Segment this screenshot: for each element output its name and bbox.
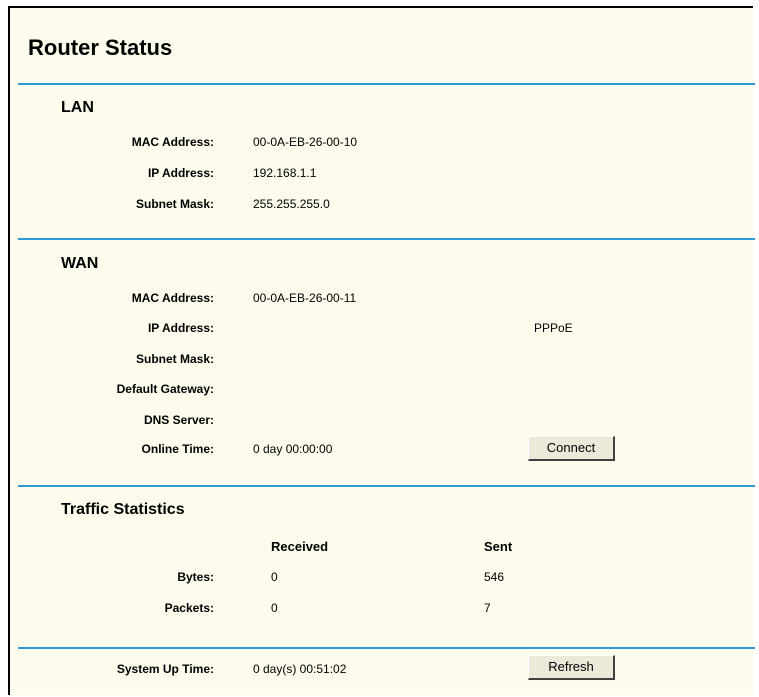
system-uptime-value: 0 day(s) 00:51:02 [253, 662, 347, 676]
connect-button[interactable]: Connect [528, 436, 615, 461]
wan-subnet-label: Subnet Mask: [135, 352, 214, 366]
packets-received-value: 0 [271, 601, 278, 615]
packets-sent-value: 7 [484, 601, 491, 615]
wan-section-title: WAN [61, 255, 99, 272]
page-title: Router Status [28, 35, 173, 60]
wan-online-time-value: 0 day 00:00:00 [253, 442, 333, 456]
wan-mac-value: 00-0A-EB-26-00-11 [253, 291, 357, 305]
wan-mac-label: MAC Address: [131, 291, 214, 305]
sent-column-header: Sent [484, 539, 513, 554]
wan-dns-label: DNS Server: [143, 413, 214, 427]
lan-subnet-value: 255.255.255.0 [253, 197, 330, 211]
packets-label: Packets: [164, 601, 214, 615]
section-divider [18, 83, 755, 85]
lan-mac-label: MAC Address: [131, 135, 214, 149]
wan-online-time-label: Online Time: [141, 442, 214, 456]
wan-ip-label: IP Address: [147, 321, 214, 335]
router-status-panel: Router Status LAN MAC Address: 00-0A-EB-… [8, 6, 755, 695]
lan-section-title: LAN [61, 99, 94, 116]
lan-subnet-label: Subnet Mask: [135, 197, 214, 211]
traffic-section-title: Traffic Statistics [61, 501, 185, 518]
section-divider [18, 485, 755, 487]
bytes-label: Bytes: [177, 570, 214, 584]
bytes-sent-value: 546 [484, 570, 505, 584]
wan-gateway-label: Default Gateway: [116, 382, 214, 396]
bytes-received-value: 0 [271, 570, 278, 584]
lan-mac-value: 00-0A-EB-26-00-10 [253, 135, 358, 149]
refresh-button[interactable]: Refresh [528, 655, 615, 680]
lan-ip-label: IP Address: [147, 166, 214, 180]
lan-ip-value: 192.168.1.1 [253, 166, 317, 180]
section-divider [18, 238, 755, 240]
received-column-header: Received [271, 539, 329, 554]
system-uptime-label: System Up Time: [116, 662, 214, 676]
section-divider [18, 647, 755, 649]
wan-connection-type: PPPoE [534, 321, 573, 335]
